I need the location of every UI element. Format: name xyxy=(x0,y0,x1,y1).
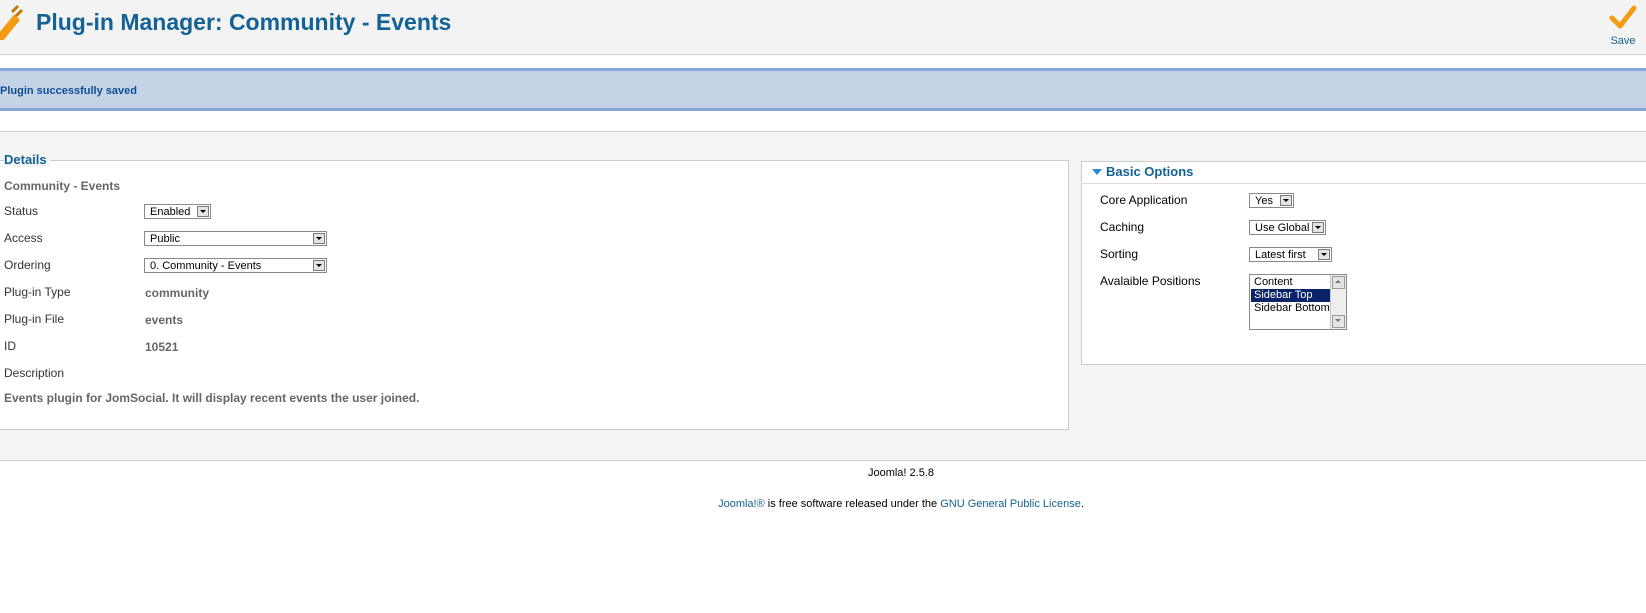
chevron-down-icon xyxy=(313,260,325,271)
listbox-scrollbar[interactable] xyxy=(1330,275,1346,329)
chevron-down-icon xyxy=(1312,222,1324,233)
status-value: Enabled xyxy=(150,206,191,218)
page-title: Plug-in Manager: Community - Events xyxy=(36,9,452,35)
ordering-select[interactable]: 0. Community - Events xyxy=(144,258,327,273)
sorting-label: Sorting xyxy=(1100,247,1139,261)
description-label: Description xyxy=(4,366,65,380)
sorting-select[interactable]: Latest first xyxy=(1249,247,1332,262)
ordering-label: Ordering xyxy=(4,258,51,272)
license-text: is free software released under the xyxy=(764,498,941,510)
caching-select[interactable]: Use Global xyxy=(1249,220,1326,235)
positions-listbox[interactable]: Content Sidebar Top Sidebar Bottom xyxy=(1249,274,1347,330)
plugin-type-value: community xyxy=(145,286,210,300)
id-label: ID xyxy=(4,339,16,353)
details-legend: Details xyxy=(4,152,50,167)
plugin-file-value: events xyxy=(145,313,184,327)
core-application-label: Core Application xyxy=(1100,193,1188,207)
chevron-down-icon xyxy=(1318,249,1330,260)
chevron-down-icon xyxy=(313,233,325,244)
plugin-name: Community - Events xyxy=(4,179,121,193)
position-option-sidebar-bottom[interactable]: Sidebar Bottom xyxy=(1251,302,1330,315)
status-select[interactable]: Enabled xyxy=(144,204,211,219)
position-option-sidebar-top[interactable]: Sidebar Top xyxy=(1251,289,1330,302)
save-label: Save xyxy=(1610,35,1636,47)
status-label: Status xyxy=(4,204,39,218)
footer-version: Joomla! 2.5.8 xyxy=(867,467,935,479)
plugin-file-label: Plug-in File xyxy=(4,312,65,326)
save-button[interactable]: Save xyxy=(1603,5,1643,49)
core-application-value: Yes xyxy=(1255,195,1273,207)
caching-value: Use Global xyxy=(1255,222,1310,234)
license-period: . xyxy=(1080,498,1084,510)
plugin-description: Events plugin for JomSocial. It will dis… xyxy=(4,391,420,405)
ordering-value: 0. Community - Events xyxy=(150,260,262,272)
positions-label: Avalaible Positions xyxy=(1100,274,1201,288)
basic-options-panel xyxy=(1081,161,1646,365)
sorting-value: Latest first xyxy=(1255,249,1306,261)
chevron-down-icon xyxy=(1280,195,1292,206)
core-application-select[interactable]: Yes xyxy=(1249,193,1294,208)
access-label: Access xyxy=(4,231,43,245)
id-value: 10521 xyxy=(145,340,179,354)
footer-divider xyxy=(0,460,1646,461)
scroll-down-icon[interactable] xyxy=(1332,315,1345,328)
scroll-up-icon[interactable] xyxy=(1332,276,1345,289)
checkmark-icon xyxy=(1609,5,1637,34)
plugin-icon xyxy=(0,4,26,43)
footer-license: Joomla!® is free software released under… xyxy=(0,498,1646,510)
chevron-down-icon xyxy=(197,206,209,217)
triangle-down-icon xyxy=(1092,169,1102,175)
joomla-link[interactable]: Joomla!® xyxy=(718,498,765,510)
plugin-type-label: Plug-in Type xyxy=(4,285,71,299)
caching-label: Caching xyxy=(1100,220,1145,234)
access-select[interactable]: Public xyxy=(144,231,327,246)
gpl-link[interactable]: GNU General Public License xyxy=(940,498,1081,510)
position-option-content[interactable]: Content xyxy=(1251,276,1330,289)
system-message: Plugin successfully saved xyxy=(0,68,1646,111)
basic-options-title[interactable]: Basic Options xyxy=(1106,164,1193,179)
message-text: Plugin successfully saved xyxy=(0,85,137,97)
access-value: Public xyxy=(150,233,180,245)
